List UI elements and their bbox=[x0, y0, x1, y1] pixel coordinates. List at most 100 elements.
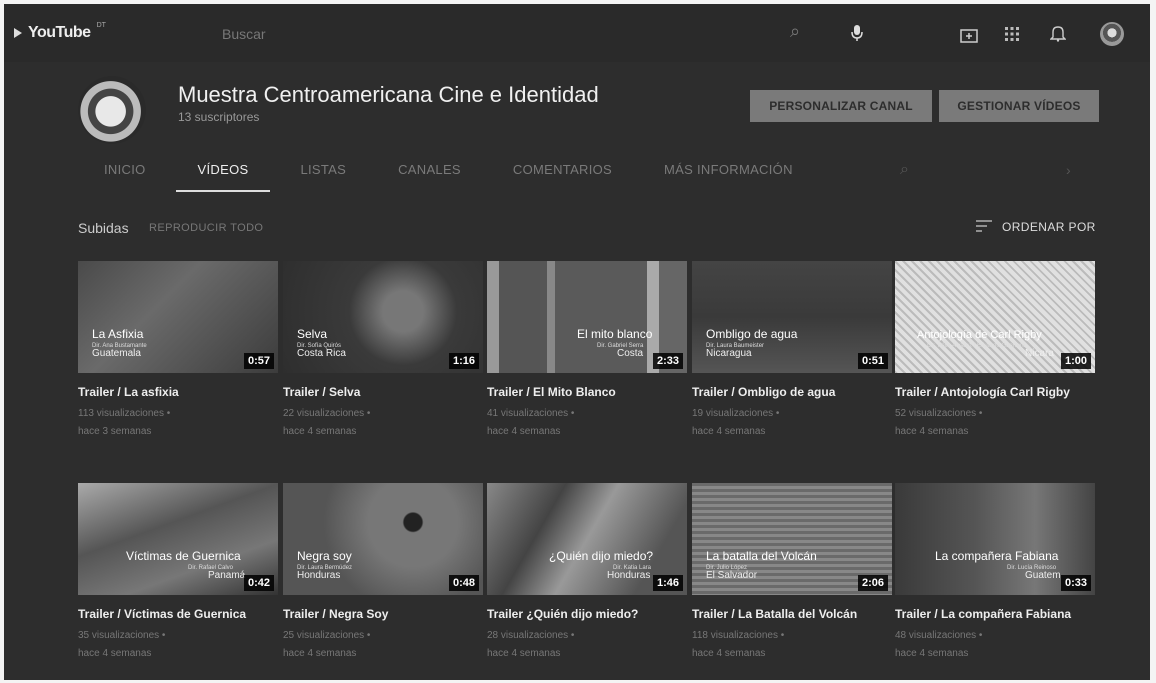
video-card[interactable]: ¿Quién dijo miedo? Dir. Katia Lara Hondu… bbox=[487, 483, 687, 663]
video-views: 41 visualizaciones • bbox=[487, 408, 575, 419]
video-title[interactable]: Trailer / Víctimas de Guernica bbox=[78, 605, 278, 623]
video-views: 25 visualizaciones • bbox=[283, 630, 371, 641]
account-avatar[interactable] bbox=[1100, 22, 1124, 46]
video-thumbnail[interactable]: ¿Quién dijo miedo? Dir. Katia Lara Hondu… bbox=[487, 483, 687, 595]
video-age: hace 4 semanas bbox=[283, 426, 357, 437]
video-card[interactable]: La compañera Fabiana Dir. Lucía Reinoso … bbox=[895, 483, 1095, 663]
thumbnail-country: Guatemala bbox=[92, 348, 141, 359]
video-thumbnail[interactable]: La Asfixia Dir. Ana Bustamante Guatemala… bbox=[78, 261, 278, 373]
video-card[interactable]: Antojología de Carl Rigby Dir. Félix Álv… bbox=[895, 261, 1095, 441]
video-card[interactable]: Víctimas de Guernica Dir. Rafael Calvo P… bbox=[78, 483, 278, 663]
tab-channels[interactable]: CANALES bbox=[372, 154, 487, 194]
video-title[interactable]: Trailer / Negra Soy bbox=[283, 605, 483, 623]
video-age: hace 3 semanas bbox=[78, 426, 152, 437]
video-age: hace 4 semanas bbox=[487, 648, 561, 659]
search-input[interactable] bbox=[222, 22, 772, 46]
video-age: hace 4 semanas bbox=[78, 648, 152, 659]
video-duration: 0:42 bbox=[243, 575, 274, 591]
video-thumbnail[interactable]: El mito blanco Dir. Gabriel Serra Costa … bbox=[487, 261, 687, 373]
play-all-link[interactable]: REPRODUCIR TODO bbox=[149, 222, 263, 234]
search-icon[interactable]: ⌕ bbox=[790, 22, 800, 40]
video-title[interactable]: Trailer / La compañera Fabiana bbox=[895, 605, 1095, 623]
logo-country-code: DT bbox=[96, 21, 106, 29]
thumbnail-country: Costa bbox=[617, 348, 644, 359]
thumbnail-country: Nicaragua bbox=[706, 348, 752, 359]
video-card[interactable]: El mito blanco Dir. Gabriel Serra Costa … bbox=[487, 261, 687, 441]
video-views: 28 visualizaciones • bbox=[487, 630, 575, 641]
uploads-label: Subidas bbox=[78, 220, 129, 236]
video-duration: 0:33 bbox=[1060, 575, 1091, 591]
channel-search-icon[interactable]: ⌕ bbox=[900, 161, 909, 179]
video-thumbnail[interactable]: Selva Dir. Sofía Quirós Costa Rica 1:16 bbox=[283, 261, 483, 373]
video-title[interactable]: Trailer / Selva bbox=[283, 383, 483, 401]
tab-comments[interactable]: COMENTARIOS bbox=[487, 154, 638, 194]
subscriber-count: 13 suscriptores bbox=[178, 110, 260, 124]
channel-title: Muestra Centroamericana Cine e Identidad bbox=[178, 82, 599, 107]
video-views: 113 visualizaciones • bbox=[78, 408, 171, 419]
video-title[interactable]: Trailer / La asfixia bbox=[78, 383, 278, 401]
video-card[interactable]: La batalla del Volcán Dir. Julio López E… bbox=[692, 483, 892, 663]
channel-tabs: INICIO VÍDEOS LISTAS CANALES COMENTARIOS… bbox=[78, 154, 819, 194]
tab-playlists[interactable]: LISTAS bbox=[274, 154, 372, 194]
video-views: 22 visualizaciones • bbox=[283, 408, 371, 419]
thumbnail-title: La batalla del Volcán bbox=[706, 549, 817, 563]
video-views: 118 visualizaciones • bbox=[692, 630, 785, 641]
thumbnail-title: ¿Quién dijo miedo? bbox=[549, 549, 654, 563]
tab-home[interactable]: INICIO bbox=[78, 154, 172, 194]
video-duration: 2:06 bbox=[857, 575, 888, 591]
video-duration: 2:33 bbox=[652, 353, 683, 369]
youtube-window: YouTube DT ⌕ Muestra Centroamericana Cin… bbox=[4, 4, 1150, 680]
video-title[interactable]: Trailer ¿Quién dijo miedo? bbox=[487, 605, 687, 623]
video-views: 35 visualizaciones • bbox=[78, 630, 166, 641]
video-title[interactable]: Trailer / El Mito Blanco bbox=[487, 383, 687, 401]
video-age: hace 4 semanas bbox=[487, 426, 561, 437]
create-video-icon[interactable] bbox=[960, 28, 978, 46]
video-thumbnail[interactable]: Ombligo de agua Dir. Laura Baumeister Ni… bbox=[692, 261, 892, 373]
manage-videos-button[interactable]: GESTIONAR VÍDEOS bbox=[939, 90, 1099, 122]
video-card[interactable]: Selva Dir. Sofía Quirós Costa Rica 1:16 … bbox=[283, 261, 483, 441]
video-thumbnail[interactable]: Negra soy Dir. Laura Bermúdez Honduras 0… bbox=[283, 483, 483, 595]
tab-about[interactable]: MÁS INFORMACIÓN bbox=[638, 154, 819, 194]
thumbnail-country: Honduras bbox=[607, 570, 651, 581]
video-views: 52 visualizaciones • bbox=[895, 408, 983, 419]
video-title[interactable]: Trailer / Ombligo de agua bbox=[692, 383, 892, 401]
customize-channel-button[interactable]: PERSONALIZAR CANAL bbox=[750, 90, 932, 122]
sort-button[interactable]: ORDENAR POR bbox=[1002, 220, 1096, 234]
video-card[interactable]: Ombligo de agua Dir. Laura Baumeister Ni… bbox=[692, 261, 892, 441]
video-title[interactable]: Trailer / La Batalla del Volcán bbox=[692, 605, 892, 623]
video-duration: 1:46 bbox=[652, 575, 683, 591]
video-thumbnail[interactable]: La compañera Fabiana Dir. Lucía Reinoso … bbox=[895, 483, 1095, 595]
top-bar: YouTube DT ⌕ bbox=[4, 4, 1150, 62]
sort-icon[interactable] bbox=[976, 220, 992, 235]
apps-grid-icon[interactable] bbox=[1004, 26, 1020, 45]
video-title[interactable]: Trailer / Antojología Carl Rigby bbox=[895, 383, 1095, 401]
video-duration: 1:16 bbox=[448, 353, 479, 369]
video-duration: 0:57 bbox=[243, 353, 274, 369]
thumbnail-country: Nicara bbox=[1025, 348, 1054, 359]
logo-text: YouTube bbox=[28, 24, 91, 41]
thumbnail-title: Víctimas de Guernica bbox=[126, 549, 241, 563]
video-card[interactable]: Negra soy Dir. Laura Bermúdez Honduras 0… bbox=[283, 483, 483, 663]
video-thumbnail[interactable]: Antojología de Carl Rigby Dir. Félix Álv… bbox=[895, 261, 1095, 373]
notifications-bell-icon[interactable] bbox=[1049, 24, 1067, 45]
video-age: hace 4 semanas bbox=[692, 426, 766, 437]
thumbnail-title: Negra soy bbox=[297, 549, 352, 563]
video-age: hace 4 semanas bbox=[283, 648, 357, 659]
youtube-logo[interactable]: YouTube DT bbox=[14, 21, 106, 42]
channel-avatar bbox=[78, 76, 146, 144]
thumbnail-country: Guatem bbox=[1025, 570, 1061, 581]
thumbnail-country: Honduras bbox=[297, 570, 341, 581]
thumbnail-title: Selva bbox=[297, 327, 328, 341]
video-age: hace 4 semanas bbox=[895, 648, 969, 659]
microphone-icon[interactable] bbox=[850, 24, 864, 45]
thumbnail-country: Panamá bbox=[208, 570, 246, 581]
tab-videos[interactable]: VÍDEOS bbox=[172, 154, 275, 194]
video-card[interactable]: La Asfixia Dir. Ana Bustamante Guatemala… bbox=[78, 261, 278, 441]
video-thumbnail[interactable]: Víctimas de Guernica Dir. Rafael Calvo P… bbox=[78, 483, 278, 595]
chevron-right-icon[interactable]: › bbox=[1066, 162, 1071, 178]
video-thumbnail[interactable]: La batalla del Volcán Dir. Julio López E… bbox=[692, 483, 892, 595]
thumbnail-title: La Asfixia bbox=[92, 327, 144, 341]
thumbnail-title: Ombligo de agua bbox=[706, 327, 798, 341]
video-duration: 1:00 bbox=[1060, 353, 1091, 369]
video-views: 19 visualizaciones • bbox=[692, 408, 780, 419]
